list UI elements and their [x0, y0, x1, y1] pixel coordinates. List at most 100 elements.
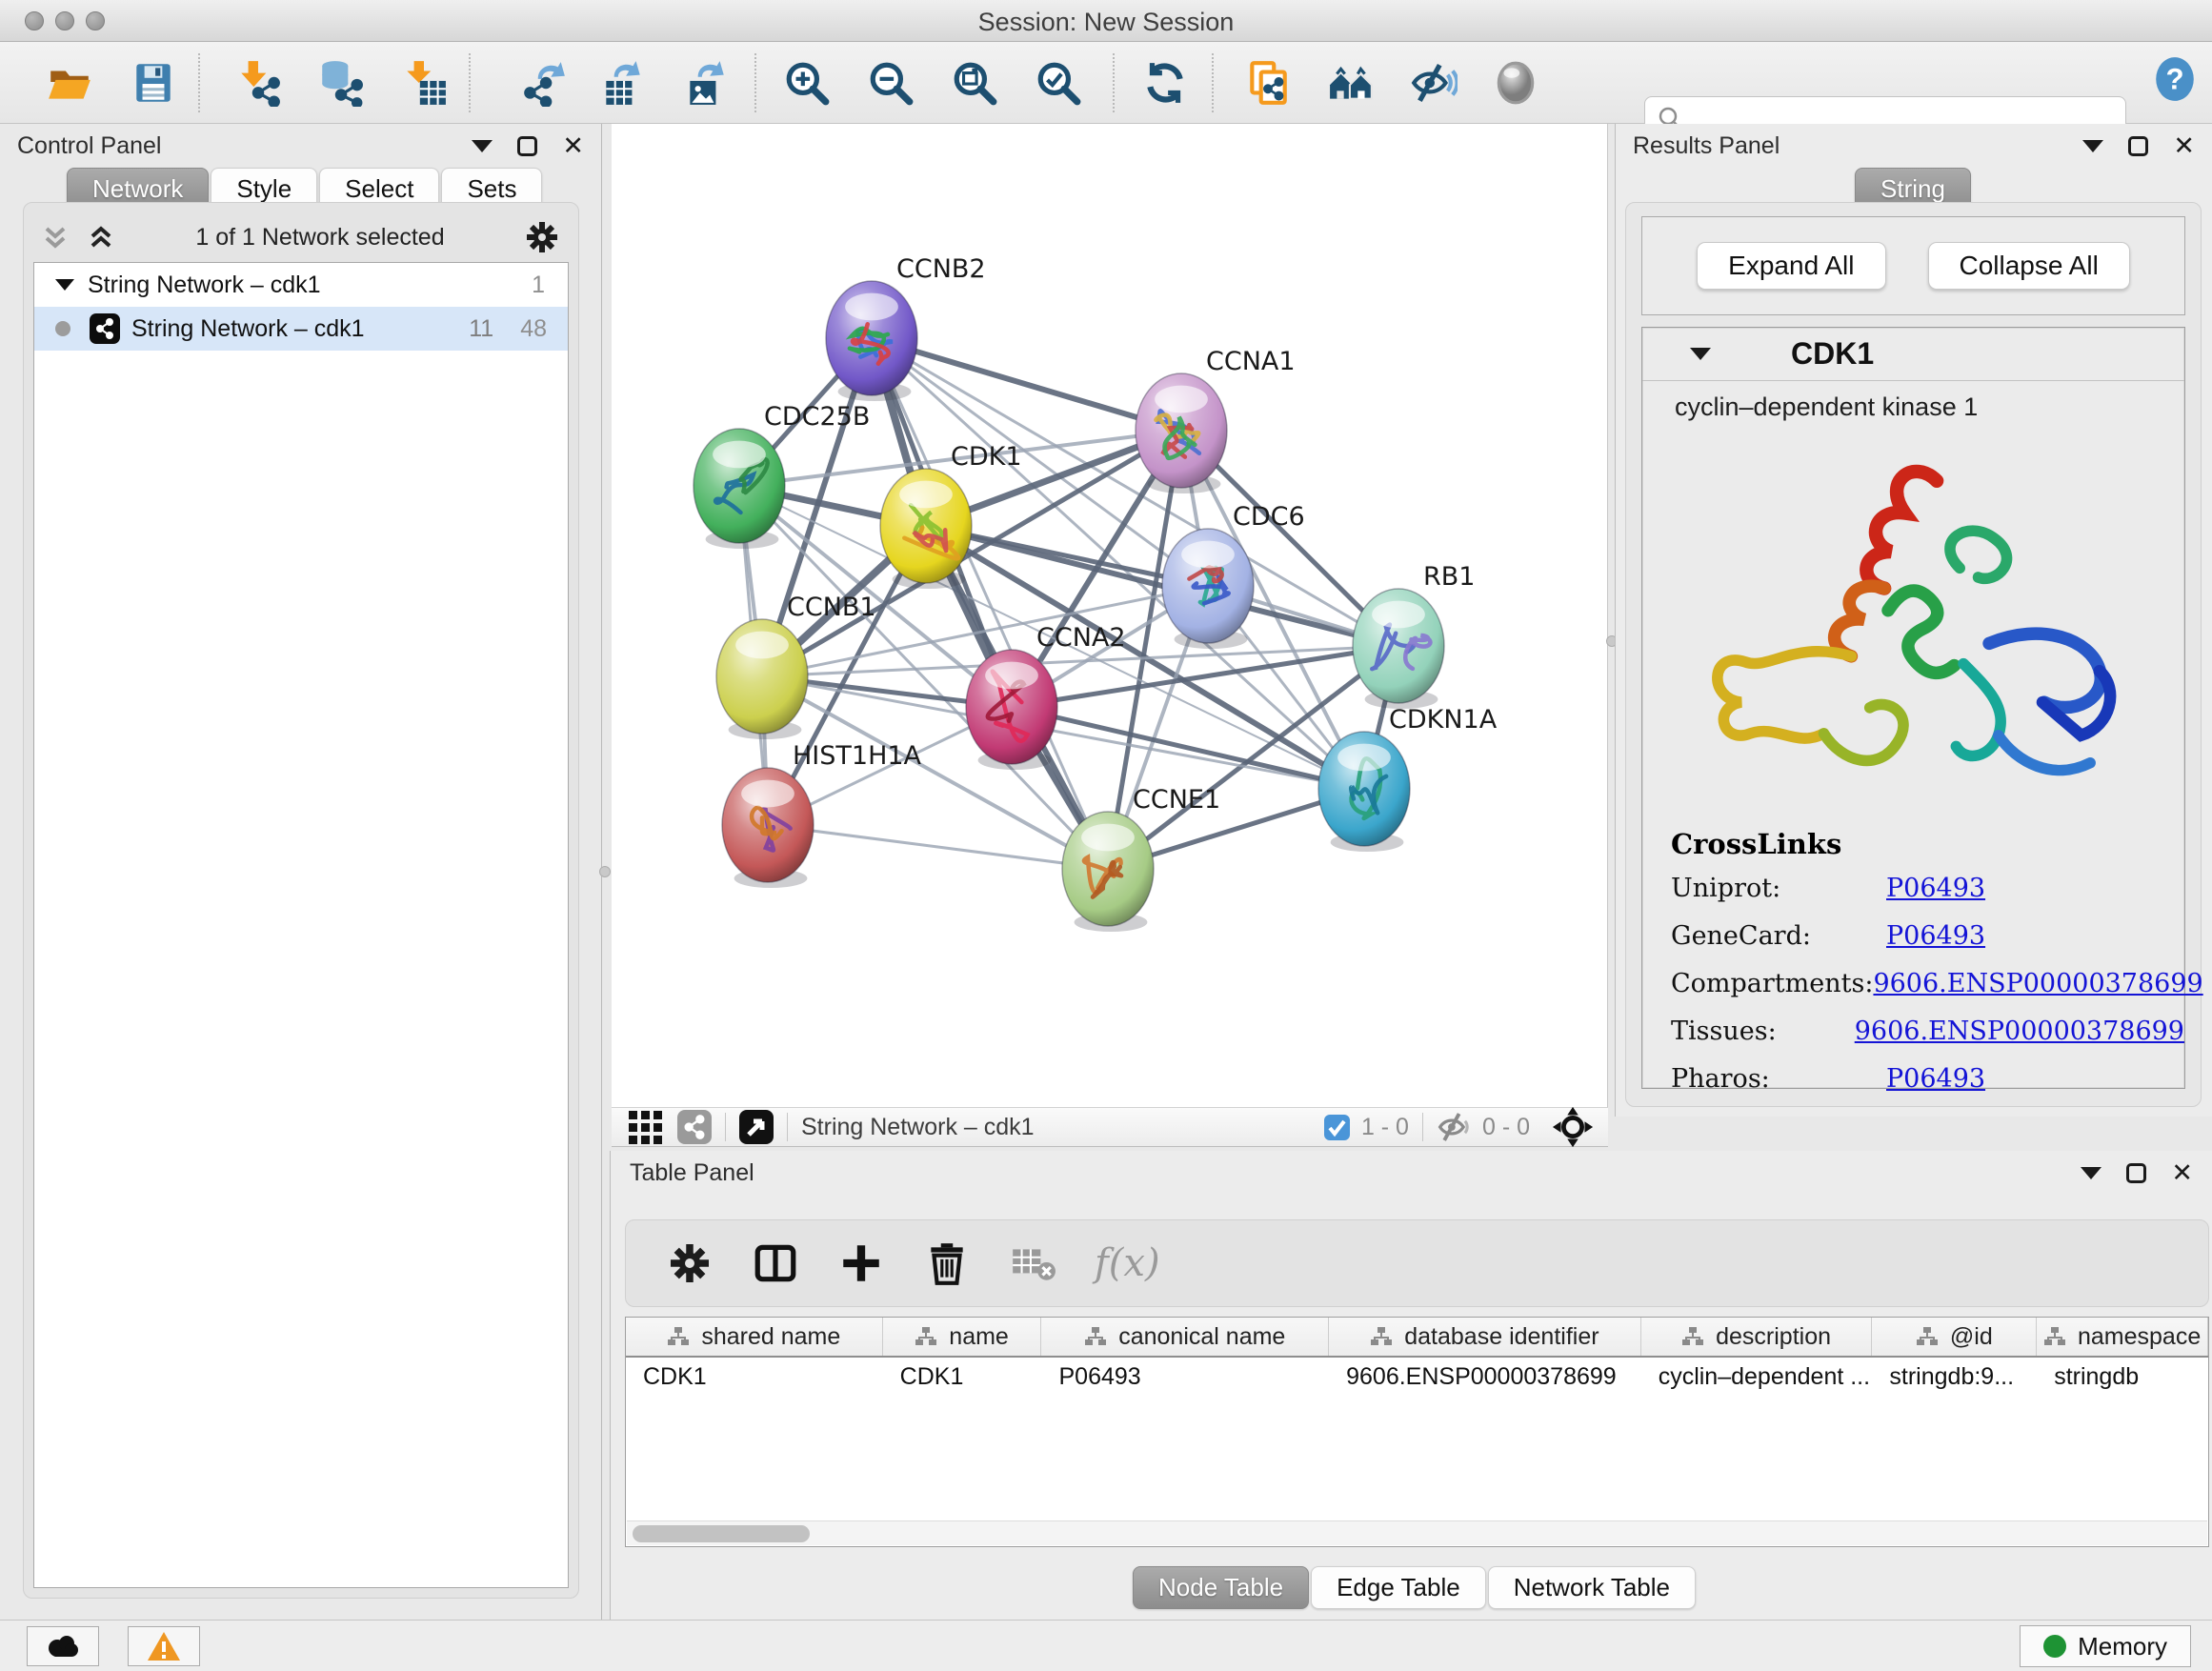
collapse-tree-icon[interactable]	[55, 279, 74, 291]
toolbar-separator	[1212, 53, 1214, 112]
crosslinks-section: CrossLinks Uniprot:P06493GeneCard:P06493…	[1642, 828, 2184, 1094]
crosslink-link[interactable]: P06493	[1886, 1064, 1985, 1094]
export-image-icon[interactable]	[682, 59, 730, 107]
grid-view-icon[interactable]	[629, 1111, 662, 1144]
float-panel-icon[interactable]	[517, 136, 537, 156]
network-node-ccnb2[interactable]: CCNB2	[826, 254, 986, 401]
table-panel: Table Panel ✕ f(x) shared namenamecanoni…	[610, 1151, 2212, 1620]
tab-node-table[interactable]: Node Table	[1133, 1566, 1309, 1609]
network-node-cdc25b[interactable]: CDC25B	[694, 402, 870, 549]
string-results-body: Expand All Collapse All CDK1 cyclin–depe…	[1625, 202, 2202, 1107]
table-hscrollbar[interactable]	[627, 1520, 2207, 1545]
delete-table-icon[interactable]	[1009, 1239, 1056, 1287]
float-panel-icon[interactable]	[2128, 136, 2148, 156]
crosslink-row: Compartments:9606.ENSP00000378699	[1671, 969, 2184, 998]
delete-column-icon[interactable]	[923, 1239, 971, 1287]
close-panel-icon[interactable]: ✕	[562, 136, 584, 156]
show-all-networks-icon[interactable]	[1328, 59, 1376, 107]
save-session-icon[interactable]	[130, 59, 177, 107]
network-node-cdkn1a[interactable]: CDKN1A	[1318, 705, 1498, 852]
network-node-hist1h1a[interactable]: HIST1H1A	[722, 741, 922, 888]
node-label: CCNA2	[1036, 623, 1126, 653]
left-splitter-handle[interactable]	[599, 866, 611, 877]
node-title: CDK1	[1791, 336, 1874, 372]
hscrollbar-thumb[interactable]	[633, 1525, 810, 1542]
crosslinks-heading: CrossLinks	[1671, 828, 2184, 860]
open-session-icon[interactable]	[46, 59, 93, 107]
warnings-button[interactable]	[128, 1626, 200, 1666]
selected-nodes-checkbox[interactable]	[1324, 1115, 1350, 1140]
cloud-status-button[interactable]	[27, 1626, 99, 1666]
expand-all-icon[interactable]	[85, 221, 117, 253]
results-panel-title: Results Panel	[1633, 132, 1780, 160]
import-table-icon[interactable]	[400, 59, 448, 107]
gear-icon[interactable]	[523, 218, 561, 256]
hidden-eye-icon[interactable]	[1437, 1111, 1473, 1143]
import-database-icon[interactable]	[316, 59, 364, 107]
toolbar-separator	[198, 53, 200, 112]
crosslink-link[interactable]: 9606.ENSP00000378699	[1873, 969, 2202, 998]
show-columns-icon[interactable]	[752, 1239, 799, 1287]
node-count: 11	[469, 315, 493, 343]
zoom-fit-icon[interactable]	[951, 59, 998, 107]
node-label: CCNB2	[896, 254, 986, 284]
crosslink-link[interactable]: 9606.ENSP00000378699	[1855, 1017, 2184, 1046]
show-sphere-icon[interactable]	[1492, 59, 1539, 107]
close-panel-icon[interactable]: ✕	[2171, 1163, 2193, 1183]
column-header-description[interactable]: description	[1641, 1318, 1873, 1356]
import-network-icon[interactable]	[234, 59, 282, 107]
zoom-in-icon[interactable]	[783, 59, 831, 107]
network-node-rb1[interactable]: RB1	[1353, 562, 1475, 709]
tab-edge-table[interactable]: Edge Table	[1311, 1566, 1486, 1609]
bottom-status-bar: Memory	[0, 1620, 2212, 1671]
network-node-ccna1[interactable]: CCNA1	[1136, 347, 1296, 493]
expand-all-button[interactable]: Expand All	[1697, 242, 1885, 290]
crosslink-link[interactable]: P06493	[1886, 874, 1985, 903]
table-cell: CDK1	[883, 1358, 1042, 1396]
table-row[interactable]: CDK1CDK1P064939606.ENSP00000378699cyclin…	[626, 1358, 2208, 1396]
column-header-name[interactable]: name	[883, 1318, 1042, 1356]
network-collection-row[interactable]: String Network – cdk1 1	[34, 263, 568, 307]
collapse-all-button[interactable]: Collapse All	[1928, 242, 2130, 290]
column-header-database-identifier[interactable]: database identifier	[1329, 1318, 1641, 1356]
collapse-all-icon[interactable]	[39, 221, 71, 253]
fit-content-icon[interactable]	[1551, 1105, 1595, 1149]
refresh-icon[interactable]	[1141, 59, 1189, 107]
network-node-ccne1[interactable]: CCNE1	[1062, 785, 1220, 932]
zoom-selected-icon[interactable]	[1035, 59, 1082, 107]
column-header-shared-name[interactable]: shared name	[626, 1318, 883, 1356]
help-icon[interactable]: ?	[2151, 55, 2199, 103]
node-label: CCNE1	[1133, 785, 1220, 815]
column-header--id[interactable]: @id	[1872, 1318, 2037, 1356]
node-label: HIST1H1A	[793, 741, 922, 771]
table-toolbar: f(x)	[625, 1219, 2209, 1307]
network-edge[interactable]	[768, 825, 1108, 869]
column-header-canonical-name[interactable]: canonical name	[1041, 1318, 1329, 1356]
tab-network-table[interactable]: Network Table	[1488, 1566, 1696, 1609]
collapse-section-icon[interactable]	[1690, 348, 1711, 360]
network-edge[interactable]	[872, 338, 1181, 431]
function-builder-icon[interactable]: f(x)	[1095, 1241, 1160, 1285]
crosslink-link[interactable]: P06493	[1886, 921, 1985, 951]
memory-button[interactable]: Memory	[2020, 1625, 2191, 1667]
column-header-namespace[interactable]: namespace	[2037, 1318, 2208, 1356]
network-type-toggle-icon[interactable]	[677, 1110, 712, 1144]
add-column-icon[interactable]	[837, 1239, 885, 1287]
export-network-icon[interactable]	[520, 59, 568, 107]
table-settings-gear-icon[interactable]	[666, 1239, 714, 1287]
network-view[interactable]: CCNB2CCNA1CDC25BCDK1CDC6RB1CCNB1CCNA2CDK…	[612, 124, 1608, 1107]
panel-menu-icon[interactable]	[472, 140, 493, 152]
network-row-selected[interactable]: String Network – cdk1 11 48	[34, 307, 568, 351]
zoom-out-icon[interactable]	[867, 59, 915, 107]
float-panel-icon[interactable]	[2126, 1163, 2146, 1183]
copy-network-icon[interactable]	[1244, 59, 1292, 107]
birdseye-view-icon[interactable]	[739, 1110, 774, 1144]
hide-selected-icon[interactable]	[1410, 59, 1458, 107]
panel-menu-icon[interactable]	[2081, 1167, 2101, 1179]
network-canvas[interactable]: CCNB2CCNA1CDC25BCDK1CDC6RB1CCNB1CCNA2CDK…	[612, 124, 1608, 1107]
export-table-icon[interactable]	[598, 59, 646, 107]
main-toolbar: ?	[0, 42, 2212, 124]
panel-menu-icon[interactable]	[2082, 140, 2103, 152]
close-panel-icon[interactable]: ✕	[2173, 136, 2195, 156]
selected-count: 1 - 0	[1361, 1114, 1409, 1141]
